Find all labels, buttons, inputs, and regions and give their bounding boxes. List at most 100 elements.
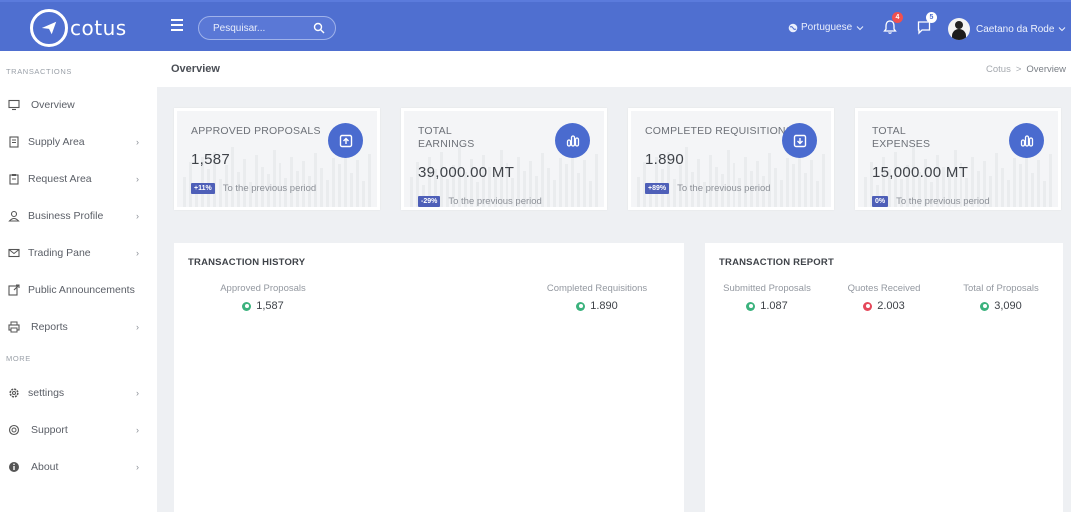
sidebar-item-settings[interactable]: settings › [0,381,157,405]
language-selector[interactable]: Portuguese [788,22,864,33]
stat-card-total-expenses: TOTAL EXPENSES 15,000.00 MT 0% To the pr… [855,108,1061,210]
breadcrumb-home-link[interactable]: Cotus [986,64,1011,75]
decorative-bar [595,154,598,207]
decorative-bar [816,181,820,207]
stat-card-completed-requisitions: COMPLETED REQUISITIONS 1.890 +89% To the… [628,108,834,210]
sidebar-item-supply-area[interactable]: Supply Area › [0,130,157,154]
decorative-bar [708,155,712,207]
decorative-bar [338,164,342,207]
sidebar-item-overview[interactable]: Overview [0,93,157,117]
decorative-bar [1001,168,1005,207]
logo-icon [30,9,68,47]
transaction-history-panel: TRANSACTION HISTORY Approved Proposals 1… [174,243,684,512]
decorative-bar [1013,158,1017,207]
clipboard-icon [9,174,19,185]
metric-quotes-received: Quotes Received 2.003 [833,283,935,312]
card-label: COMPLETED REQUISITIONS [645,125,793,137]
user-icon [8,210,20,222]
metric-submitted-proposals: Submitted Proposals 1.087 [715,283,819,312]
change-badge: -29% [418,196,441,207]
metric-label: Submitted Proposals [723,283,811,294]
decorative-bar [1043,181,1047,207]
chevron-right-icon: › [136,248,139,258]
chart-icon [1009,123,1044,158]
chevron-right-icon: › [136,388,139,398]
sidebar-item-about[interactable]: About › [0,455,157,479]
card-label: APPROVED PROPOSALS [191,125,321,137]
card-caption: To the previous period [222,183,317,194]
info-icon [9,462,19,472]
metric-value: 1.890 [590,300,618,312]
sidebar-item-public-announcements[interactable]: Public Announcements [0,278,157,302]
sidebar-section-more: MORE [6,354,31,363]
sidebar-item-label: settings [28,387,65,399]
app-logo[interactable]: cotus [30,8,127,48]
external-link-icon [8,284,20,296]
decorative-bar [780,180,784,207]
sidebar-item-trading-pane[interactable]: Trading Pane › [0,241,157,265]
up-indicator-icon [242,301,252,311]
search-icon[interactable] [313,22,325,34]
decorative-bar [1049,154,1052,207]
up-indicator-icon [980,301,990,311]
language-label: Portuguese [801,22,853,33]
metric-value: 1,587 [256,300,284,312]
page-header: Overview Cotus > Overview [157,51,1071,87]
menu-toggle-icon[interactable] [171,19,183,31]
decorative-bar [637,177,640,207]
upload-icon [328,123,363,158]
monitor-icon [8,99,20,111]
avatar [948,18,970,40]
up-indicator-icon [576,301,586,311]
sidebar-item-label: Public Announcements [28,284,135,296]
metric-value: 1.087 [760,300,788,312]
sidebar-item-request-area[interactable]: Request Area › [0,167,157,191]
search-input[interactable] [213,22,313,34]
decorative-bar [726,150,730,207]
breadcrumb-current: Overview [1026,64,1066,75]
card-footer: 0% To the previous period [872,196,990,207]
panel-title: TRANSACTION REPORT [719,257,834,268]
decorative-bar [1007,180,1011,207]
sidebar-item-label: About [31,461,59,473]
sidebar-item-business-profile[interactable]: Business Profile › [0,204,157,228]
messages-button[interactable]: 5 [916,12,937,37]
sidebar-item-label: Overview [31,99,75,111]
metric-completed-requisitions: Completed Requisitions 1.890 [534,283,660,312]
notifications-badge: 4 [892,12,903,23]
messages-badge: 5 [926,12,937,23]
decorative-bar [410,177,413,207]
chevron-right-icon: › [136,137,139,147]
decorative-bar [583,160,587,207]
decorative-bar [684,147,688,207]
decorative-bar [559,158,563,207]
card-footer: -29% To the previous period [418,196,542,207]
decorative-bar [356,160,360,207]
decorative-bar [320,168,324,207]
breadcrumb: Cotus > Overview [986,64,1066,75]
decorative-bar [786,158,790,207]
chevron-right-icon: › [136,462,139,472]
decorative-bar [864,177,867,207]
user-menu[interactable]: Caetano da Rode [948,18,1066,40]
card-caption: To the previous period [448,196,542,207]
chevron-right-icon: › [136,322,139,332]
metric-approved-proposals: Approved Proposals 1,587 [204,283,322,312]
card-value: 39,000.00 MT [418,164,515,181]
notifications-button[interactable]: 4 [882,12,903,37]
chevron-right-icon: › [136,425,139,435]
sidebar-item-support[interactable]: Support › [0,418,157,442]
change-badge: +89% [645,183,670,194]
logo-text: cotus [70,16,127,40]
mail-icon [8,248,20,258]
download-icon [782,123,817,158]
decorative-bar [989,176,993,207]
decorative-bar [995,153,999,207]
sidebar-item-label: Support [31,424,68,436]
decorative-bar [822,154,825,207]
decorative-bar [362,181,366,207]
decorative-bar [183,177,186,207]
sidebar-item-reports[interactable]: Reports › [0,315,157,339]
card-caption: To the previous period [677,183,771,194]
change-badge: +11% [191,183,215,194]
